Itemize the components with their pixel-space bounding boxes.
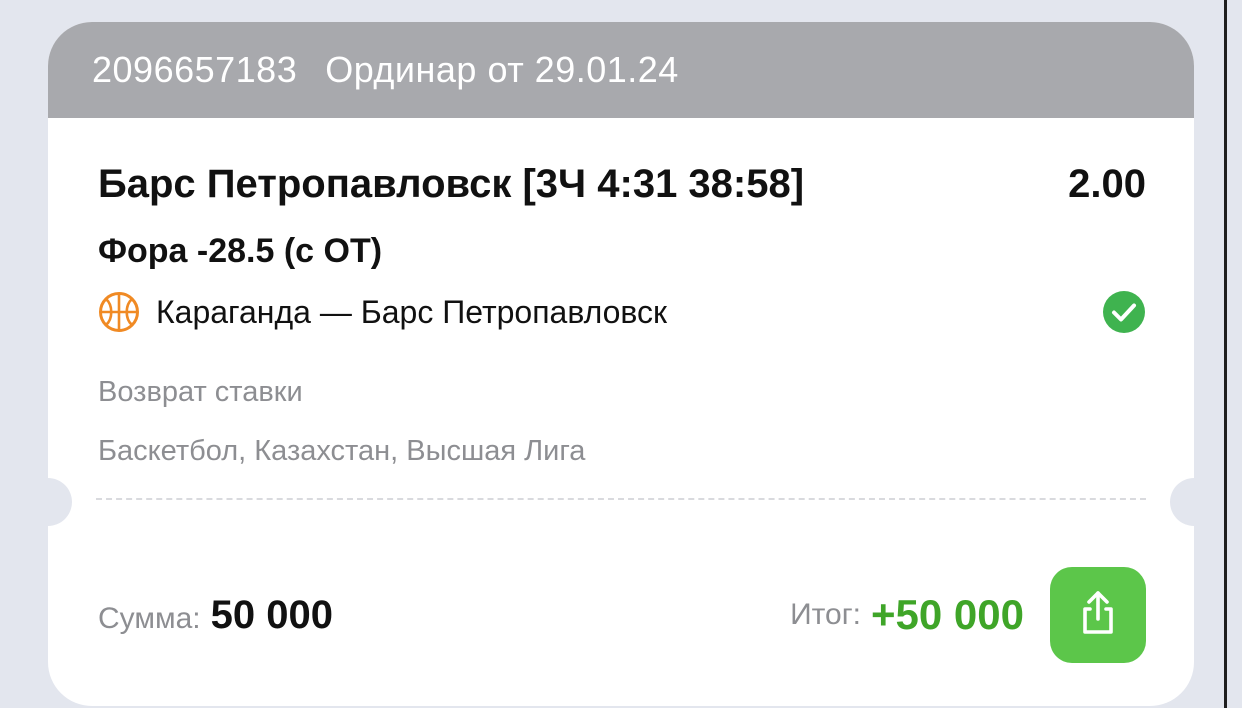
ticket-notch-left — [48, 478, 72, 526]
ticket-notch-right — [1170, 478, 1194, 526]
selection-name: Барс Петропавловск [3Ч 4:31 38:58] — [98, 162, 805, 206]
match-row[interactable]: Караганда — Барс Петропавловск — [98, 290, 1146, 334]
market-name: Фора -28.5 (с ОТ) — [98, 232, 383, 270]
sum-label: Сумма: — [98, 601, 201, 635]
total-label: Итог: — [790, 598, 861, 631]
match-name: Караганда — Барс Петропавловск — [156, 293, 668, 330]
sum-value: 50 000 — [210, 592, 333, 637]
share-button[interactable] — [1050, 567, 1146, 663]
selection-row: Барс Петропавловск [3Ч 4:31 38:58] 2.00 — [98, 162, 1146, 207]
stake-sum: Сумма: 50 000 — [98, 593, 333, 638]
basketball-icon — [98, 291, 140, 333]
dashed-divider — [96, 498, 1146, 500]
ticket-header: 2096657183 Ординар от 29.01.24 — [48, 22, 1194, 118]
check-circle-icon — [1102, 290, 1146, 334]
ticket-footer: Сумма: 50 000 Итог: +50 000 — [98, 567, 1146, 663]
total-value: +50 000 — [871, 591, 1024, 638]
league-name: Баскетбол, Казахстан, Высшая Лига — [98, 435, 586, 467]
share-icon — [1076, 589, 1120, 642]
result-status: Возврат ставки — [98, 376, 303, 408]
odds-value: 2.00 — [1068, 162, 1146, 206]
bet-id: 2096657183 — [92, 49, 298, 90]
scrollbar-edge[interactable] — [1224, 0, 1242, 708]
bet-type-date: Ординар от 29.01.24 — [325, 49, 679, 90]
bet-ticket-card: 2096657183 Ординар от 29.01.24 Барс Петр… — [48, 22, 1194, 706]
